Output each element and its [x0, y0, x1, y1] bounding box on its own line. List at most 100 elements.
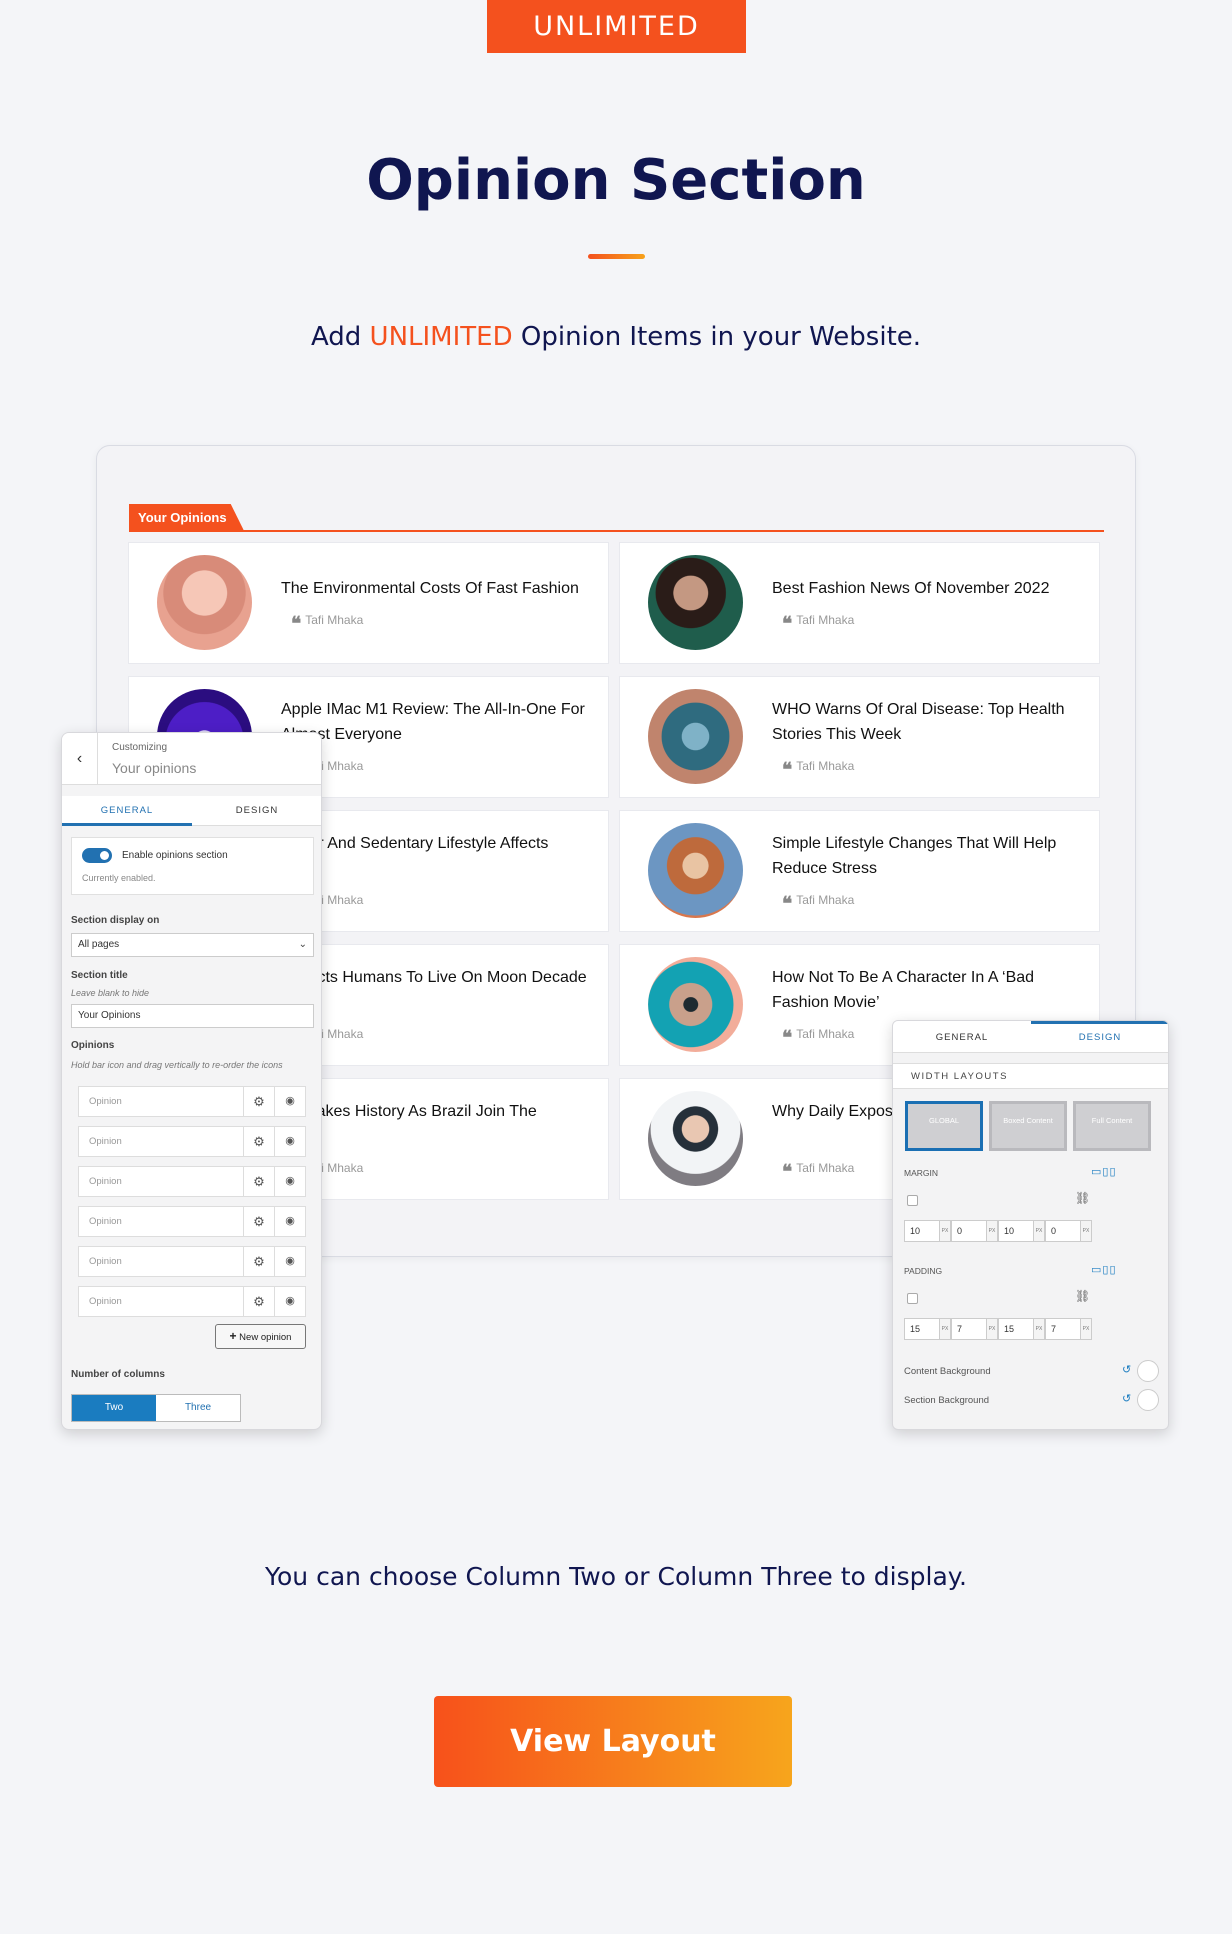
back-arrow-icon[interactable]: ‹: [62, 733, 98, 785]
quote-icon: ❝: [782, 893, 793, 915]
opinion-author: ❝Tafi Mhaka: [782, 613, 855, 635]
author-avatar: [648, 689, 743, 784]
gear-icon[interactable]: ⚙: [243, 1247, 274, 1276]
section-title-input[interactable]: Your Opinions: [71, 1004, 314, 1028]
enable-label: Enable opinions section: [122, 850, 228, 861]
quote-icon: ❝: [782, 759, 793, 781]
padding-checkbox[interactable]: [907, 1293, 918, 1304]
width-layouts-heading: WIDTH LAYOUTS: [893, 1063, 1168, 1089]
eye-icon[interactable]: ◉: [274, 1167, 305, 1196]
tab-general[interactable]: GENERAL: [893, 1021, 1031, 1053]
opinion-author: ❝Tafi Mhaka: [782, 1161, 855, 1183]
columns-two-button[interactable]: Two: [72, 1395, 156, 1421]
chevron-down-icon: ⌄: [298, 939, 307, 950]
content-background-label: Content Background: [904, 1366, 991, 1377]
margin-top-input[interactable]: 10: [904, 1220, 940, 1242]
eye-icon[interactable]: ◉: [274, 1287, 305, 1316]
opinions-label: Opinions: [71, 1040, 115, 1051]
opinion-title[interactable]: The Environmental Costs Of Fast Fashion: [281, 576, 597, 601]
opinion-repeater-item[interactable]: Opinion ⚙ ◉: [78, 1246, 306, 1277]
opinion-title[interactable]: Sugar And Sedentary Lifestyle Affects: [281, 831, 597, 856]
padding-bottom-unit: PX: [1034, 1318, 1045, 1340]
gear-icon[interactable]: ⚙: [243, 1287, 274, 1316]
padding-label: PADDING: [904, 1266, 943, 1276]
enable-note: Currently enabled.: [82, 873, 156, 883]
columns-three-button[interactable]: Three: [156, 1395, 240, 1421]
customizer-breadcrumb: Customizing: [112, 742, 168, 753]
gear-icon[interactable]: ⚙: [243, 1127, 274, 1156]
author-avatar: [648, 823, 743, 918]
opinion-card[interactable]: Simple Lifestyle Changes That Will Help …: [619, 810, 1100, 932]
reset-icon[interactable]: ↺: [1122, 1392, 1131, 1405]
gear-icon[interactable]: ⚙: [243, 1167, 274, 1196]
opinion-repeater-item[interactable]: Opinion ⚙ ◉: [78, 1286, 306, 1317]
view-layout-button[interactable]: View Layout: [434, 1696, 792, 1787]
opinions-heading-tab: Your Opinions: [129, 504, 245, 532]
margin-top-unit: PX: [940, 1220, 951, 1242]
new-opinion-button[interactable]: + New opinion: [215, 1324, 306, 1349]
padding-top-unit: PX: [940, 1318, 951, 1340]
padding-bottom-input[interactable]: 15: [998, 1318, 1034, 1340]
link-values-icon[interactable]: ⛓: [1075, 1289, 1090, 1303]
display-on-value: All pages: [78, 939, 120, 950]
reset-icon[interactable]: ↺: [1122, 1363, 1131, 1376]
section-title-note: Leave blank to hide: [71, 988, 150, 998]
tab-general[interactable]: GENERAL: [62, 796, 192, 826]
enable-toggle[interactable]: [82, 848, 112, 863]
opinion-author: ❝Tafi Mhaka: [782, 1027, 855, 1049]
opinion-title[interactable]: do Makes History As Brazil Join The: [281, 1099, 597, 1124]
layout-global-option[interactable]: GLOBAL: [905, 1101, 983, 1151]
margin-bottom-unit: PX: [1034, 1220, 1045, 1242]
opinion-title[interactable]: Best Fashion News Of November 2022: [772, 576, 1088, 601]
eye-icon[interactable]: ◉: [274, 1087, 305, 1116]
plus-icon: +: [229, 1329, 237, 1343]
gear-icon[interactable]: ⚙: [243, 1087, 274, 1116]
gear-icon[interactable]: ⚙: [243, 1207, 274, 1236]
opinion-item-label: Opinion: [89, 1136, 122, 1147]
section-background-swatch[interactable]: [1137, 1389, 1159, 1411]
margin-left-input[interactable]: 0: [1045, 1220, 1081, 1242]
opinion-title[interactable]: Simple Lifestyle Changes That Will Help …: [772, 831, 1088, 881]
opinion-item-label: Opinion: [89, 1096, 122, 1107]
tab-design[interactable]: DESIGN: [192, 796, 321, 826]
margin-right-input[interactable]: 0: [951, 1220, 987, 1242]
tab-design[interactable]: DESIGN: [1031, 1021, 1168, 1053]
eye-icon[interactable]: ◉: [274, 1247, 305, 1276]
subtitle-suffix: Opinion Items in your Website.: [520, 322, 922, 352]
padding-right-input[interactable]: 7: [951, 1318, 987, 1340]
device-switcher-icons[interactable]: ▭▯▯: [1091, 1165, 1117, 1178]
opinion-repeater-item[interactable]: Opinion ⚙ ◉: [78, 1166, 306, 1197]
margin-checkbox[interactable]: [907, 1195, 918, 1206]
opinion-repeater-item[interactable]: Opinion ⚙ ◉: [78, 1086, 306, 1117]
padding-left-input[interactable]: 7: [1045, 1318, 1081, 1340]
customizer-header: ‹ Customizing Your opinions: [62, 733, 321, 785]
opinion-author: ❝Tafi Mhaka: [782, 759, 855, 781]
margin-bottom-input[interactable]: 10: [998, 1220, 1034, 1242]
eye-icon[interactable]: ◉: [274, 1207, 305, 1236]
link-values-icon[interactable]: ⛓: [1075, 1191, 1090, 1205]
eye-icon[interactable]: ◉: [274, 1127, 305, 1156]
customizer-panel: ‹ Customizing Your opinions GENERAL DESI…: [61, 732, 322, 1430]
author-avatar: [648, 957, 743, 1052]
opinion-repeater-item[interactable]: Opinion ⚙ ◉: [78, 1206, 306, 1237]
layout-full-option[interactable]: Full Content: [1073, 1101, 1151, 1151]
opinions-heading-rule: [129, 530, 1104, 532]
opinion-item-label: Opinion: [89, 1216, 122, 1227]
opinion-title[interactable]: Apple IMac M1 Review: The All-In-One For…: [281, 697, 597, 747]
display-on-select[interactable]: All pages ⌄: [71, 933, 314, 957]
opinion-title[interactable]: How Not To Be A Character In A ‘Bad Fash…: [772, 965, 1088, 1015]
opinion-repeater-item[interactable]: Opinion ⚙ ◉: [78, 1126, 306, 1157]
device-switcher-icons[interactable]: ▭▯▯: [1091, 1263, 1117, 1276]
opinion-card[interactable]: The Environmental Costs Of Fast Fashion …: [128, 542, 609, 664]
customizer-tabs: GENERAL DESIGN: [62, 796, 321, 826]
content-background-swatch[interactable]: [1137, 1360, 1159, 1382]
opinion-title[interactable]: Expects Humans To Live On Moon Decade: [281, 965, 597, 990]
page-title: Opinion Section: [366, 148, 866, 213]
padding-top-input[interactable]: 15: [904, 1318, 940, 1340]
opinion-author: ❝Tafi Mhaka: [782, 893, 855, 915]
quote-icon: ❝: [782, 1027, 793, 1049]
layout-boxed-option[interactable]: Boxed Content: [989, 1101, 1067, 1151]
opinion-title[interactable]: WHO Warns Of Oral Disease: Top Health St…: [772, 697, 1088, 747]
opinion-card[interactable]: WHO Warns Of Oral Disease: Top Health St…: [619, 676, 1100, 798]
opinion-card[interactable]: Best Fashion News Of November 2022 ❝ Tafi…: [619, 542, 1100, 664]
